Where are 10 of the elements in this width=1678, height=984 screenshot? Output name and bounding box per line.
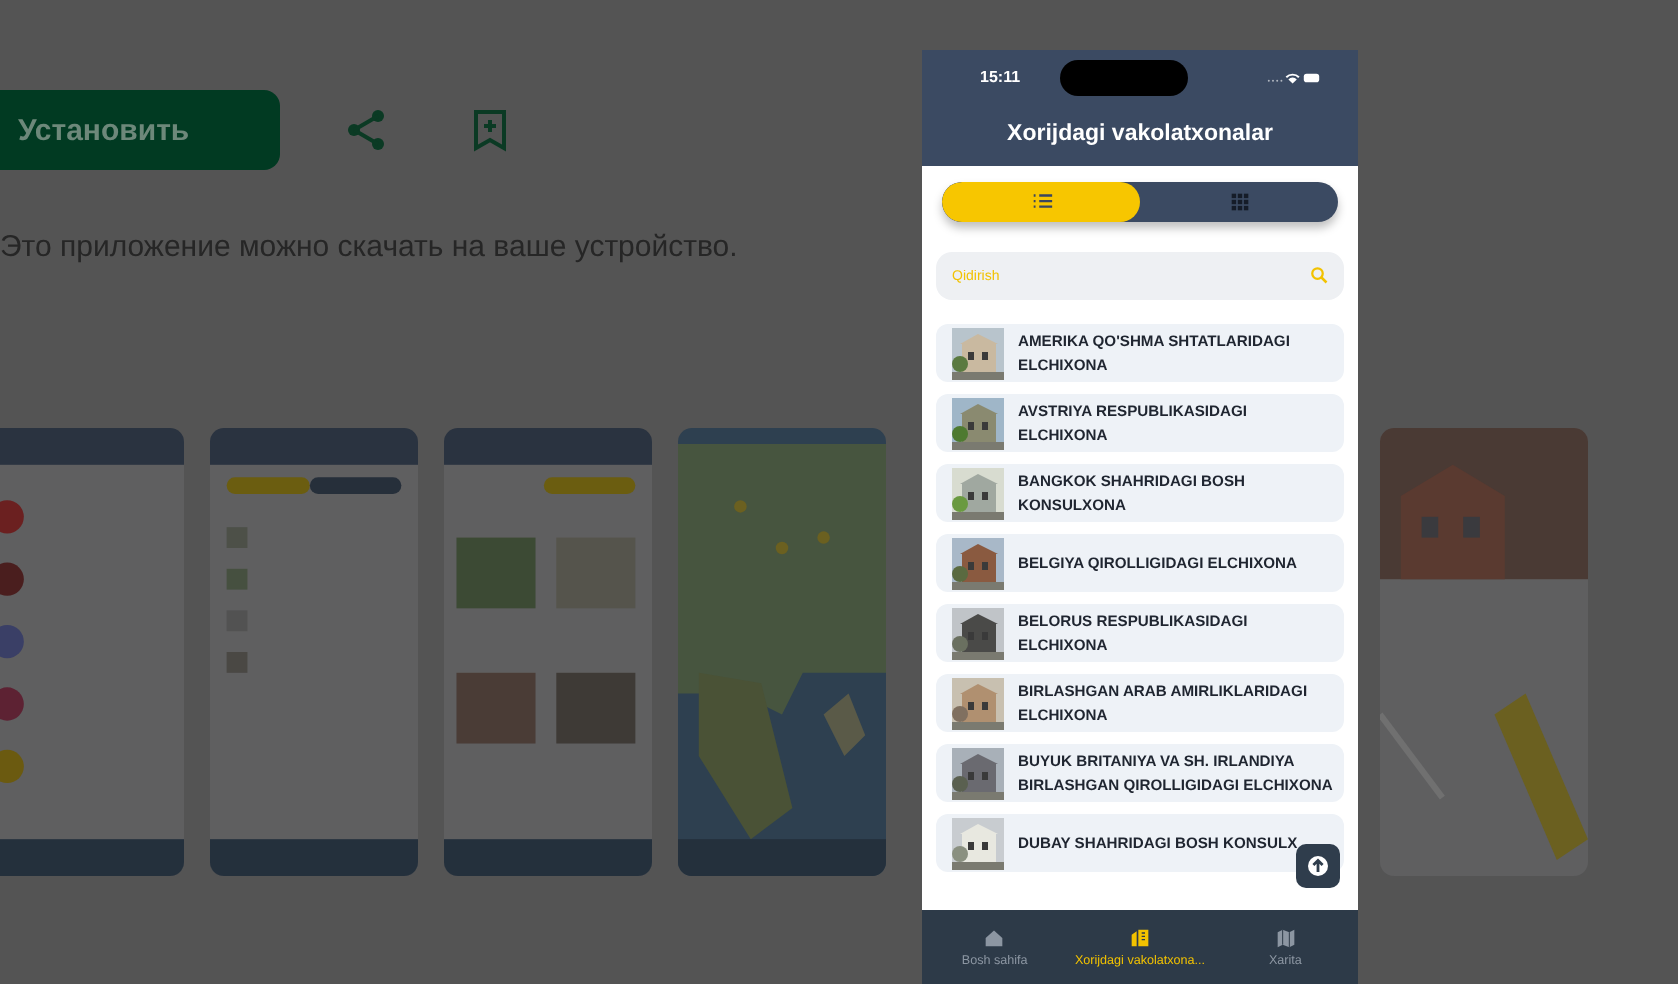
map-icon — [1275, 927, 1296, 947]
grid-icon — [1227, 192, 1251, 212]
scroll-up-button[interactable] — [1296, 844, 1340, 888]
building-icon — [1130, 927, 1150, 947]
camera-notch — [1060, 59, 1189, 95]
screen-title: Xorijdagi vakolatxonalar — [1005, 122, 1275, 146]
view-tab[interactable] — [942, 182, 1140, 222]
list-icon — [1029, 192, 1053, 212]
status-time: 15:11 — [980, 68, 1021, 86]
home-icon — [984, 927, 1005, 947]
